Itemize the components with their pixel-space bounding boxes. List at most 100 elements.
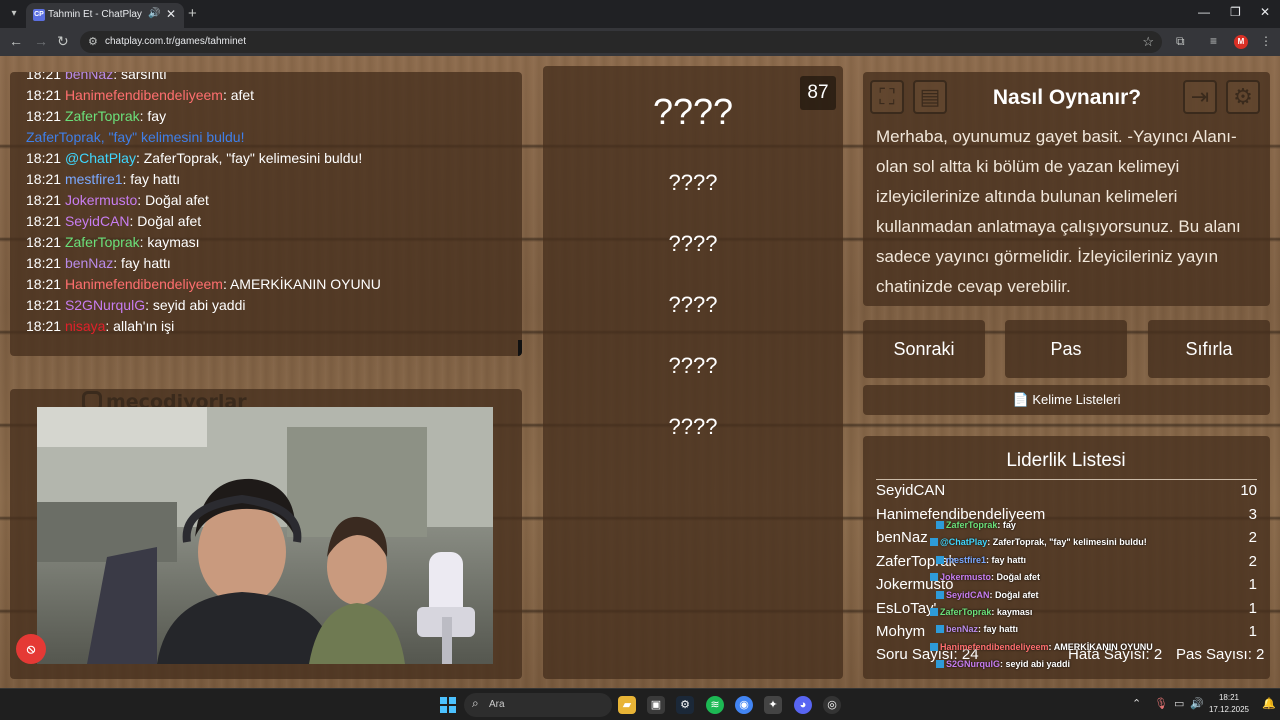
tab-tahmin-et[interactable]: CP Tahmin Et - ChatPlay 🔊 ✕ (26, 3, 184, 28)
new-tab-button[interactable]: + (188, 5, 197, 22)
tab-close-icon[interactable]: ✕ (166, 7, 176, 21)
leaderboard-name: benNaz (876, 529, 928, 546)
chat-username[interactable]: benNaz (65, 255, 113, 271)
discord-icon[interactable]: ◕ (794, 696, 812, 714)
microphone-icon[interactable]: 🎙 (1154, 697, 1168, 710)
chat-badge-icon (930, 642, 938, 651)
how-to-play-description: Merhaba, oyunumuz gayet basit. -Yayıncı … (876, 127, 1241, 296)
taskbar-search[interactable]: ⌕ Ara (464, 693, 612, 717)
steam-icon[interactable]: ⚙ (676, 696, 694, 714)
chat-username[interactable]: Hanimefendibendeliyeem (65, 87, 223, 103)
notes-icon[interactable]: ▤ (913, 80, 947, 114)
chat-text: : ZaferToprak, "fay" kelimesini buldu! (135, 150, 363, 166)
profile-avatar[interactable]: M (1234, 35, 1248, 49)
overlay-username: ZaferToprak (940, 607, 992, 617)
chat-username[interactable]: benNaz (65, 72, 113, 82)
overlay-username: @ChatPlay (940, 537, 988, 548)
minimize-icon[interactable]: — (1198, 5, 1210, 19)
spotify-icon[interactable]: ≋ (706, 696, 724, 714)
overlay-username: benNaz (946, 624, 979, 635)
record-indicator-icon[interactable]: ⦸ (16, 634, 46, 664)
tray-chevron-icon[interactable]: ⌃ (1132, 697, 1141, 710)
taskbar: ⌕ Ara ▰ ▣ ⚙ ≋ ◉ ✦ ◕ ◎ ⌃ 🎙 ▭ 🔊 18:21 17.1… (0, 688, 1280, 720)
reload-icon[interactable]: ↻ (57, 33, 69, 50)
forbidden-word: ???? (668, 170, 718, 195)
windows-start-icon[interactable] (440, 697, 456, 713)
bookmark-star-icon[interactable]: ☆ (1142, 34, 1154, 50)
chat-message: 18:21 ZaferToprak: kayması (26, 234, 200, 250)
chat-username[interactable]: Jokermusto (65, 192, 137, 208)
fullscreen-icon[interactable]: ⛶ (870, 80, 904, 114)
app-icon[interactable]: ✦ (764, 696, 782, 714)
chat-username[interactable]: ZaferToprak, "fay" kelimesini buldu! (26, 129, 244, 145)
site-info-icon[interactable]: ⚙ (88, 35, 98, 48)
chat-time: 18:21 (26, 318, 62, 334)
chat-message: 18:21 benNaz: fay hattı (26, 255, 171, 271)
volume-icon[interactable]: 🔊 (1190, 697, 1204, 710)
browser-menu-icon[interactable]: ⋮ (1260, 34, 1272, 48)
chrome-icon[interactable]: ◉ (735, 696, 753, 714)
pass-button[interactable]: Pas (1005, 320, 1127, 378)
how-to-play-panel: ⛶ ▤ Nasıl Oynanır? ⇥ ⚙ Merhaba, oyunumuz… (863, 72, 1270, 306)
forbidden-word: ???? (668, 414, 718, 439)
restore-icon[interactable]: ❐ (1230, 5, 1241, 19)
extensions-icon[interactable]: ⧉ (1176, 34, 1185, 49)
taskbar-clock[interactable]: 18:21 17.12.2025 (1206, 692, 1252, 716)
chat-time: 18:21 (26, 72, 62, 82)
webcam-scene (37, 407, 493, 664)
file-explorer-icon[interactable]: ▰ (618, 696, 636, 714)
obs-icon[interactable]: ◎ (823, 696, 841, 714)
chat-time: 18:21 (26, 213, 62, 229)
overlay-chat-message: @ChatPlay: ZaferToprak, "fay" kelimesini… (930, 537, 1147, 547)
word-list-icon: 📄 (1012, 392, 1029, 407)
word-lists-button[interactable]: 📄 Kelime Listeleri (863, 385, 1270, 415)
exit-icon[interactable]: ⇥ (1183, 80, 1217, 114)
notification-icon[interactable]: 🔔 (1262, 697, 1276, 710)
stream-chat-overlay: ZaferToprak: fay @ChatPlay: ZaferToprak, … (926, 520, 1186, 680)
overlay-text: : seyid abi yaddi (1000, 659, 1071, 670)
chat-time: 18:21 (26, 150, 62, 166)
next-button[interactable]: Sonraki (863, 320, 985, 378)
back-icon[interactable]: ← (9, 33, 23, 49)
store-icon[interactable]: ▣ (647, 696, 665, 714)
chat-username[interactable]: SeyidCAN (65, 213, 130, 229)
chat-time: 18:21 (26, 171, 62, 187)
word-panel: 87 ???? ???? ???? ???? ???? ???? (543, 66, 843, 679)
tab-search-icon[interactable]: ▾ (6, 6, 22, 22)
chat-username[interactable]: nisaya (65, 318, 105, 334)
url-text[interactable]: chatplay.com.tr/games/tahminet (105, 36, 246, 47)
media-control-icon[interactable]: ≡ (1210, 34, 1217, 48)
leaderboard-score: 10 (1240, 482, 1257, 499)
leaderboard-score: 2 (1248, 552, 1257, 570)
clock-time: 18:21 (1218, 693, 1240, 702)
tab-title: Tahmin Et - ChatPlay (48, 9, 142, 20)
chat-badge-icon (930, 538, 938, 547)
chat-username[interactable]: S2GNurqulG (65, 297, 145, 313)
overlay-text: : ZaferToprak, "fay" kelimesini buldu! (987, 537, 1147, 548)
forward-icon[interactable]: → (34, 33, 48, 49)
main-word: ???? (652, 91, 734, 132)
chat-username[interactable]: ZaferToprak (65, 108, 140, 124)
chat-text: : AMERKİKANIN OYUNU (222, 276, 381, 292)
chat-message: 18:21 Hanimefendibendeliyeem: afet (26, 87, 254, 103)
chat-message: 18:21 @ChatPlay: ZaferToprak, "fay" keli… (26, 150, 362, 166)
window-close-icon[interactable]: ✕ (1260, 5, 1270, 19)
settings-gear-icon[interactable]: ⚙ (1226, 80, 1260, 114)
chat-scrollbar[interactable] (518, 340, 522, 356)
chat-username[interactable]: ZaferToprak (65, 234, 140, 250)
chat-time: 18:21 (26, 192, 62, 208)
reset-button[interactable]: Sıfırla (1148, 320, 1270, 378)
overlay-text: : fay hattı (986, 554, 1027, 565)
forbidden-word: ???? (668, 353, 718, 378)
chat-message: 18:21 mestfire1: fay hattı (26, 171, 180, 187)
network-icon[interactable]: ▭ (1174, 697, 1184, 710)
chat-message: 18:21 ZaferToprak: fay (26, 108, 166, 124)
leaderboard-score: 1 (1248, 599, 1257, 617)
chat-username[interactable]: @ChatPlay (65, 150, 136, 166)
chat-text: : Doğal afet (137, 192, 209, 208)
chat-username[interactable]: mestfire1 (65, 171, 123, 187)
address-bar[interactable]: ⚙ chatplay.com.tr/games/tahminet ☆ (80, 31, 1162, 53)
chat-username[interactable]: Hanimefendibendeliyeem (65, 276, 223, 292)
chat-badge-icon (930, 573, 938, 582)
audio-playing-icon[interactable]: 🔊 (148, 8, 160, 19)
